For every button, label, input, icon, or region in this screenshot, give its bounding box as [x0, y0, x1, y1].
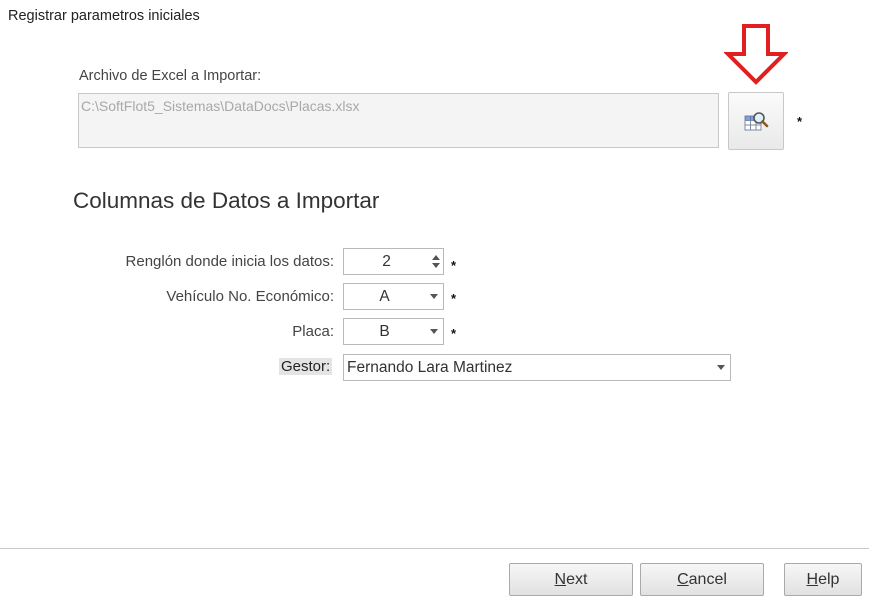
- next-button[interactable]: Next: [509, 563, 633, 596]
- cancel-button[interactable]: Cancel: [640, 563, 764, 596]
- window-title: Registrar parametros iniciales: [8, 8, 200, 24]
- excel-file-path-field[interactable]: C:\SoftFlot5_Sistemas\DataDocs\Placas.xl…: [78, 93, 719, 148]
- plate-value: B: [379, 322, 390, 340]
- footer-divider: [0, 548, 869, 549]
- help-button[interactable]: Help: [784, 563, 862, 596]
- vehicle-number-value: A: [379, 287, 390, 305]
- spinner-up-icon[interactable]: [432, 255, 440, 260]
- start-row-value: 2: [382, 252, 391, 270]
- vehicle-number-label: Vehículo No. Económico:: [166, 288, 334, 305]
- manager-dropdown[interactable]: Fernando Lara Martinez: [343, 354, 731, 381]
- file-required-mark: *: [797, 114, 803, 129]
- start-row-spinner[interactable]: 2: [343, 248, 444, 275]
- manager-label: Gestor:: [279, 358, 333, 375]
- plate-label: Placa:: [292, 323, 334, 340]
- excel-file-label: Archivo de Excel a Importar:: [79, 68, 262, 84]
- vehicle-number-required-mark: *: [451, 291, 457, 306]
- chevron-down-icon[interactable]: [712, 365, 730, 370]
- browse-file-button[interactable]: [728, 92, 784, 150]
- plate-required-mark: *: [451, 326, 457, 341]
- start-row-required-mark: *: [451, 258, 457, 273]
- spreadsheet-search-icon: [744, 112, 769, 131]
- manager-value: Fernando Lara Martinez: [347, 358, 513, 376]
- chevron-down-icon[interactable]: [425, 294, 443, 299]
- chevron-down-icon[interactable]: [425, 329, 443, 334]
- red-down-arrow-icon: [724, 24, 788, 85]
- section-title: Columnas de Datos a Importar: [73, 188, 380, 213]
- vehicle-number-dropdown[interactable]: A: [343, 283, 444, 310]
- start-row-label: Renglón donde inicia los datos:: [125, 253, 334, 270]
- spinner-down-icon[interactable]: [432, 263, 440, 268]
- plate-dropdown[interactable]: B: [343, 318, 444, 345]
- spinner-arrows[interactable]: [429, 249, 443, 274]
